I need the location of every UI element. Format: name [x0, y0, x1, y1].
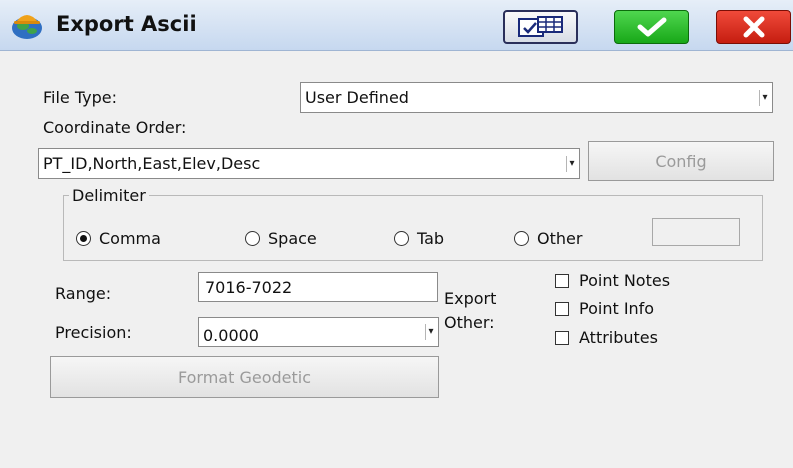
radio-other-label: Other — [537, 229, 583, 248]
precision-label: Precision: — [55, 323, 132, 342]
file-type-select[interactable]: User Defined ▾ — [300, 82, 773, 113]
coordinate-order-value: PT_ID,North,East,Elev,Desc — [43, 154, 261, 173]
coordinate-order-label: Coordinate Order: — [43, 118, 187, 137]
radio-space-label: Space — [268, 229, 317, 248]
range-input[interactable]: 7016-7022 — [198, 272, 438, 302]
format-geodetic-button[interactable]: Format Geodetic — [50, 356, 439, 398]
checkbox-icon — [555, 273, 569, 288]
config-button[interactable]: Config — [588, 141, 774, 181]
checkbox-point-info[interactable]: Point Info — [555, 299, 654, 318]
radio-tab[interactable]: Tab — [394, 229, 444, 248]
ok-button[interactable] — [614, 10, 689, 44]
globe-icon — [12, 15, 42, 39]
radio-comma-label: Comma — [99, 229, 161, 248]
coordinate-order-select[interactable]: PT_ID,North,East,Elev,Desc ▾ — [38, 148, 580, 179]
checkbox-point-notes-label: Point Notes — [579, 271, 671, 290]
radio-selected-icon — [76, 231, 91, 246]
chevron-down-icon: ▾ — [759, 89, 770, 106]
radio-other[interactable]: Other — [514, 229, 582, 248]
delimiter-title: Delimiter — [69, 186, 149, 205]
radio-comma[interactable]: Comma — [76, 229, 161, 248]
checkmark-icon — [637, 17, 666, 37]
chevron-down-icon: ▾ — [425, 324, 436, 340]
precision-value: 0.0000 — [203, 326, 259, 345]
export-other-label-line2: Other: — [444, 313, 495, 332]
x-icon — [743, 16, 764, 38]
checkbox-point-info-label: Point Info — [579, 299, 655, 318]
checkbox-icon — [555, 330, 569, 345]
radio-space[interactable]: Space — [245, 229, 317, 248]
file-type-value: User Defined — [305, 88, 409, 107]
table-icon — [517, 16, 563, 37]
radio-tab-label: Tab — [417, 229, 445, 248]
table-view-button[interactable] — [503, 10, 578, 44]
checkbox-attributes[interactable]: Attributes — [555, 328, 658, 347]
range-label: Range: — [55, 284, 112, 303]
export-other-label-line1: Export — [444, 289, 497, 308]
precision-select[interactable]: 0.0000 ▾ — [198, 317, 439, 347]
chevron-down-icon: ▾ — [566, 155, 577, 172]
title-bar: Export Ascii — [0, 0, 793, 51]
radio-icon — [245, 231, 260, 246]
other-delimiter-input[interactable] — [652, 218, 740, 246]
checkbox-icon — [555, 301, 569, 316]
range-value: 7016-7022 — [205, 278, 293, 297]
radio-icon — [514, 231, 529, 246]
checkbox-point-notes[interactable]: Point Notes — [555, 271, 670, 290]
radio-icon — [394, 231, 409, 246]
window-title: Export Ascii — [56, 12, 197, 36]
cancel-button[interactable] — [716, 10, 791, 44]
checkbox-attributes-label: Attributes — [579, 328, 658, 347]
file-type-label: File Type: — [43, 88, 117, 107]
